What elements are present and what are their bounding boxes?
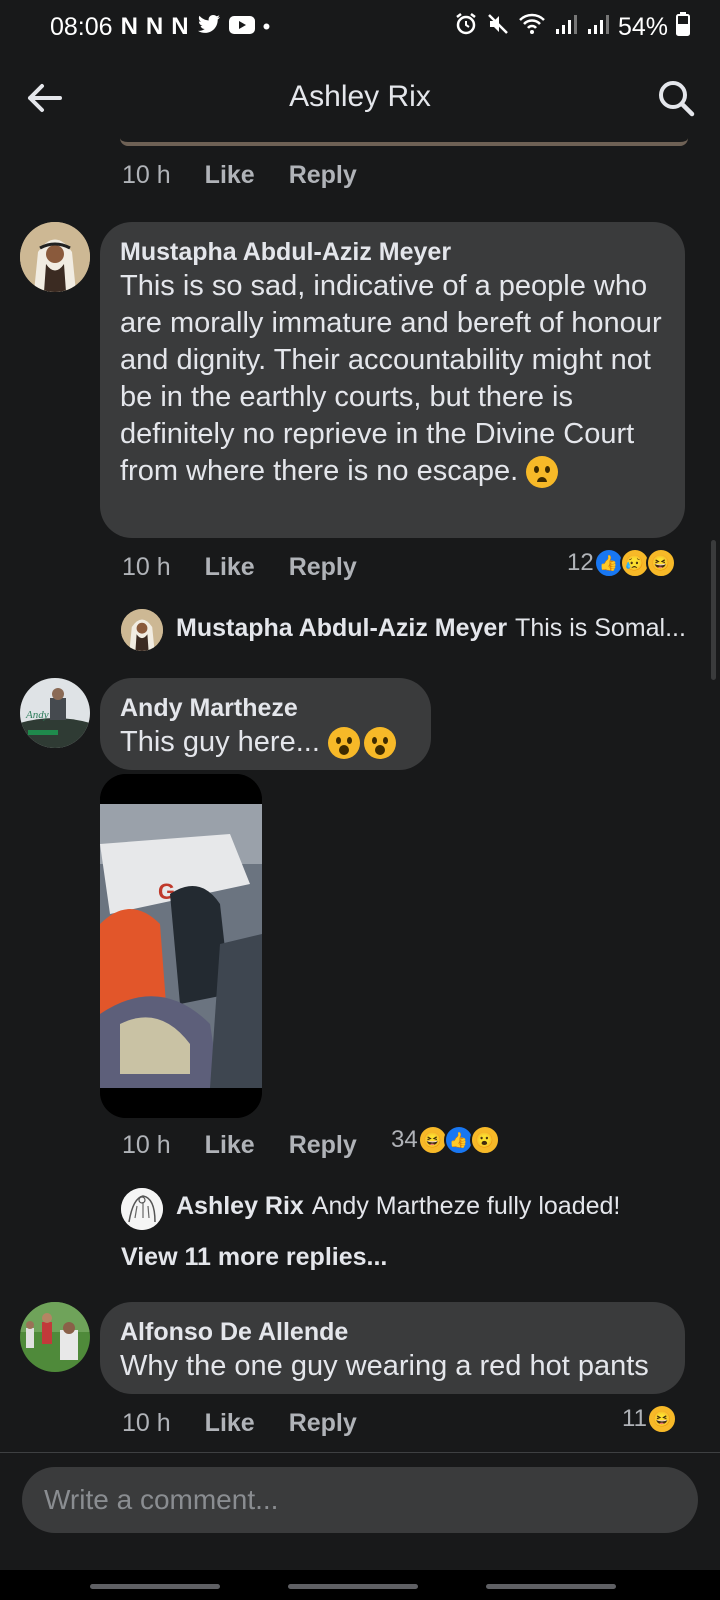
battery-percent: 54% <box>617 12 668 41</box>
signal-icon <box>554 13 578 42</box>
back-button[interactable] <box>22 76 66 120</box>
status-left: 08:06 N N N • <box>50 13 270 42</box>
recent-apps-button[interactable] <box>90 1584 220 1589</box>
alarm-icon <box>454 12 478 43</box>
reply-button[interactable]: Reply <box>289 1409 357 1438</box>
comment-actions: 10 h Like Reply <box>122 157 357 193</box>
comment-author[interactable]: Andy Martheze <box>120 692 411 724</box>
reply-preview[interactable]: Mustapha Abdul-Aziz Meyer This is Somal.… <box>176 614 686 643</box>
comment-time: 10 h <box>122 552 171 581</box>
mute-icon <box>486 12 510 43</box>
reaction-summary[interactable]: 11 😆 <box>622 1404 677 1434</box>
reply-avatar[interactable] <box>121 609 163 651</box>
home-button[interactable] <box>288 1584 418 1589</box>
haha-reaction-icon: 😆 <box>645 548 676 578</box>
reply-author: Mustapha Abdul-Aziz Meyer <box>176 614 508 642</box>
avatar[interactable]: Andy <box>20 678 90 748</box>
reply-button[interactable]: Reply <box>289 553 357 582</box>
reaction-summary[interactable]: 12 👍 😥 😆 <box>567 548 676 578</box>
youtube-icon <box>228 13 255 42</box>
haha-reaction-icon: 😆 <box>646 1404 677 1434</box>
reply-button[interactable]: Reply <box>289 161 357 190</box>
comment-time: 10 h <box>122 1408 171 1437</box>
like-button[interactable]: Like <box>205 553 255 582</box>
avatar[interactable] <box>20 222 90 292</box>
comment-input[interactable] <box>22 1467 698 1533</box>
reaction-count: 12 <box>567 549 594 576</box>
page-title: Ashley Rix <box>289 80 431 113</box>
system-nav-bar <box>0 1570 720 1600</box>
previous-media-edge <box>120 138 688 146</box>
wifi-icon <box>518 13 546 42</box>
comment-actions: 10 h Like Reply <box>122 549 357 585</box>
like-button[interactable]: Like <box>205 1409 255 1438</box>
scrollbar[interactable] <box>711 540 716 680</box>
sad-emoji-icon <box>526 456 559 489</box>
back-arrow-icon <box>28 84 62 112</box>
comment-text: This guy here... <box>120 724 411 761</box>
search-icon <box>659 81 695 117</box>
view-more-replies-link[interactable]: View 11 more replies... <box>121 1243 387 1272</box>
reply-avatar[interactable] <box>121 1188 163 1230</box>
battery-icon <box>676 11 690 43</box>
reply-button[interactable]: Reply <box>289 1131 357 1160</box>
wow-reaction-icon: 😮 <box>469 1125 500 1155</box>
signal-icon <box>586 13 610 42</box>
comment-text: Why the one guy wearing a red hot pants <box>120 1350 649 1382</box>
comment-author[interactable]: Alfonso De Allende <box>120 1316 665 1348</box>
comment-actions: 10 h Like Reply <box>122 1127 357 1163</box>
comment-actions: 10 h Like Reply <box>122 1405 357 1441</box>
notification-n-icon: N <box>145 13 164 40</box>
status-right: 54% <box>454 11 690 43</box>
comment-bubble: Andy Martheze This guy here... <box>100 678 431 770</box>
comment-text: This is so sad, indicative of a people w… <box>120 270 662 489</box>
comment-bubble: Mustapha Abdul-Aziz Meyer This is so sad… <box>100 222 685 538</box>
video-thumbnail[interactable]: G <box>100 774 262 1118</box>
twitter-icon <box>197 13 221 42</box>
dot-icon: • <box>262 14 271 39</box>
reaction-summary[interactable]: 34 😆 👍 😮 <box>391 1125 500 1155</box>
status-bar: 08:06 N N N • 54% <box>0 0 720 54</box>
surprised-emoji-icon <box>327 727 360 760</box>
reaction-count: 34 <box>391 1126 418 1153</box>
reply-text: This is Somal... <box>515 614 686 642</box>
reply-preview[interactable]: Ashley Rix Andy Martheze fully loaded! <box>176 1192 686 1221</box>
comment-bubble: Alfonso De Allende Why the one guy weari… <box>100 1302 685 1394</box>
search-button[interactable] <box>654 76 698 120</box>
system-back-button[interactable] <box>486 1584 616 1589</box>
like-button[interactable]: Like <box>205 161 255 190</box>
reply-author: Ashley Rix <box>176 1192 304 1220</box>
surprised-emoji-icon <box>363 727 396 760</box>
app-header: Ashley Rix <box>0 54 720 140</box>
comment-time: 10 h <box>122 1130 171 1159</box>
notification-n-icon: N <box>171 13 189 40</box>
reaction-count: 11 <box>622 1405 647 1432</box>
reply-text: Andy Martheze fully loaded! <box>311 1192 621 1220</box>
svg-text:Andy: Andy <box>25 709 49 721</box>
comment-time: 10 h <box>122 160 171 189</box>
notification-n-icon: N <box>120 13 138 40</box>
avatar[interactable] <box>20 1302 90 1372</box>
status-time: 08:06 <box>50 12 113 41</box>
comment-author[interactable]: Mustapha Abdul-Aziz Meyer <box>120 236 665 268</box>
like-button[interactable]: Like <box>205 1131 255 1160</box>
